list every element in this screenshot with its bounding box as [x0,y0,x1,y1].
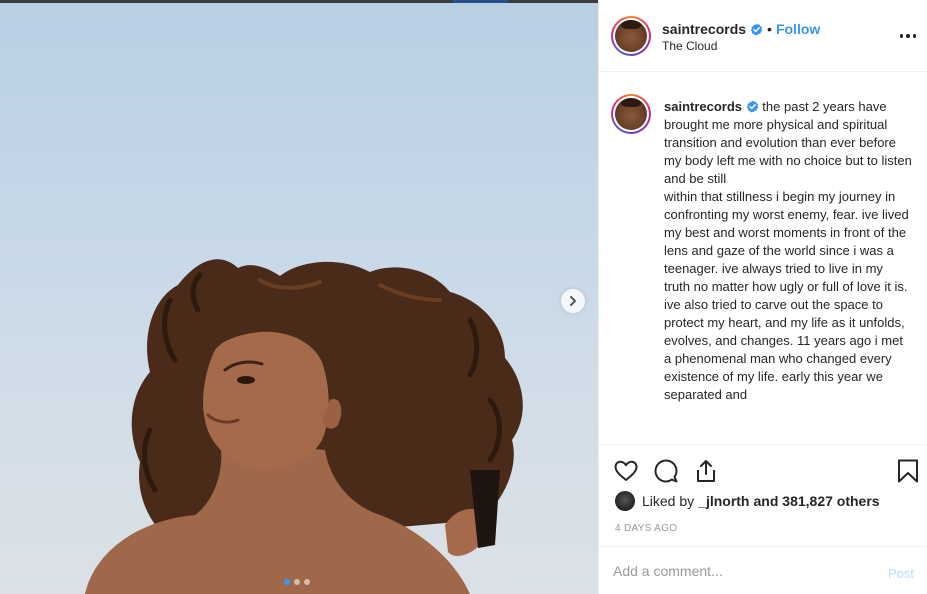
verified-badge-icon [750,22,763,35]
liker-username[interactable]: _jlnorth [698,493,749,509]
carousel-dot [304,579,310,585]
comment-bar: Post [599,546,927,594]
likes-count-link[interactable]: and 381,827 others [754,493,880,509]
caption-text: the past 2 years have brought me more ph… [664,99,912,402]
share-icon[interactable] [693,458,719,484]
carousel-dot [284,579,290,585]
post-photo[interactable] [0,0,598,594]
verified-badge-icon [746,100,759,113]
more-options-icon[interactable] [899,27,917,45]
chevron-right-icon [570,296,576,306]
likes-summary: Liked by _jlnorth and 381,827 others [615,491,884,511]
post-actions: Liked by _jlnorth and 381,827 others 4 D… [599,444,927,546]
username-link[interactable]: saintrecords [662,21,746,37]
next-slide-button[interactable] [561,289,585,313]
caption-username[interactable]: saintrecords [664,99,742,114]
caption: saintrecords the past 2 years have broug… [664,98,912,404]
portrait-image [85,259,523,594]
avatar[interactable] [611,94,651,134]
post-timestamp[interactable]: 4 DAYS AGO [615,523,677,534]
follow-button[interactable]: Follow [776,21,820,37]
bookmark-icon[interactable] [895,458,921,484]
post-header: saintrecords • Follow The Cloud [599,0,927,72]
header-user-row: saintrecords • Follow [662,21,820,37]
carousel-dot [294,579,300,585]
caption-scroll-area[interactable]: saintrecords the past 2 years have broug… [599,72,927,444]
likes-prefix: Liked by [642,493,695,509]
comment-input[interactable] [613,561,863,581]
avatar[interactable] [611,16,651,56]
location-link[interactable]: The Cloud [662,39,717,53]
carousel-indicator [284,579,310,585]
liker-avatar[interactable] [615,491,635,511]
heart-icon[interactable] [613,458,639,484]
post-comment-button[interactable]: Post [888,566,914,581]
comment-bubble-icon[interactable] [653,458,679,484]
post-sidebar: saintrecords • Follow The Cloud saintrec… [598,0,927,594]
follow-separator: • [767,21,772,37]
